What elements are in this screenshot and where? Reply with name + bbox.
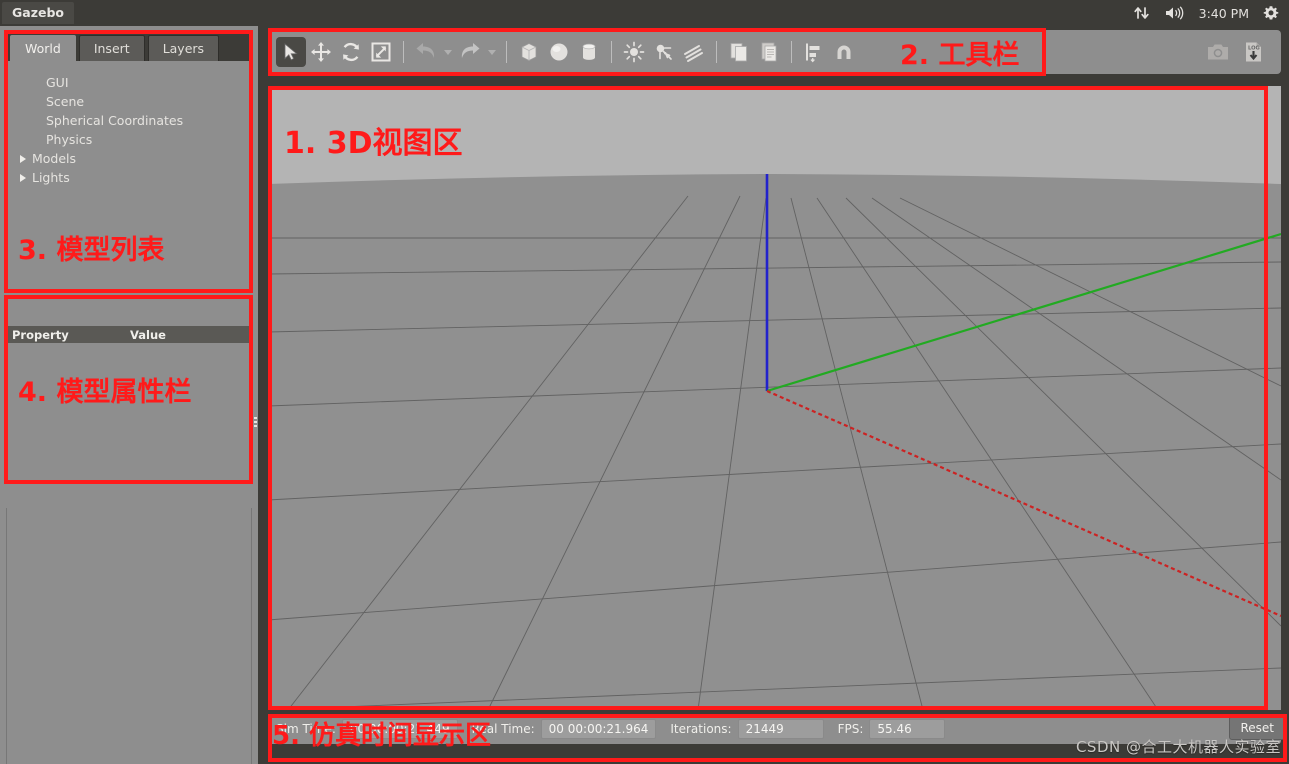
tree-item-physics[interactable]: Physics [6,130,252,149]
toolbar-separator [611,41,612,63]
iterations-label: Iterations: [670,722,732,736]
window-title: Gazebo [2,2,74,24]
watermark: CSDN @合工大机器人实验室 [1075,738,1281,756]
gear-icon[interactable] [1263,5,1279,21]
tree-expander-placeholder [18,135,28,145]
column-header-property: Property [12,327,69,342]
network-up-down-icon[interactable] [1133,6,1151,20]
3d-viewport[interactable] [268,86,1281,710]
real-time-label: Real Time: [471,722,535,736]
sim-time-value: 00 00:00:21.449 [341,719,458,739]
insert-directional-light-button[interactable] [679,37,709,67]
redo-history-dropdown[interactable] [485,39,499,65]
tree-item-label: Lights [32,170,70,185]
align-button[interactable] [799,37,829,67]
tree-expander-placeholder [18,116,28,126]
panel-tab-bar: World Insert Layers [6,34,252,61]
title-bar: Gazebo 3:40 PM [0,0,1289,26]
tree-item-gui[interactable]: GUI [6,73,252,92]
tree-expander-placeholder [18,78,28,88]
insert-cylinder-button[interactable] [574,37,604,67]
tab-insert[interactable]: Insert [78,35,145,61]
rotate-mode-button[interactable] [336,37,366,67]
svg-text:LOG: LOG [1248,46,1260,52]
translate-mode-button[interactable] [306,37,336,67]
fps-value: 55.46 [869,719,946,739]
insert-sphere-button[interactable] [544,37,574,67]
toolbar-separator [403,41,404,63]
tab-layers[interactable]: Layers [147,35,220,61]
left-panel: World Insert Layers GUI Scene Spherical … [0,26,258,764]
copy-button[interactable] [724,37,754,67]
tree-item-label: Spherical Coordinates [46,113,184,128]
tree-item-label: Models [32,151,77,166]
property-table-header: Property Value [6,326,252,343]
scale-mode-button[interactable] [366,37,396,67]
world-tree: GUI Scene Spherical Coordinates Physics … [6,61,252,318]
insert-box-button[interactable] [514,37,544,67]
insert-point-light-button[interactable] [619,37,649,67]
paste-button[interactable] [754,37,784,67]
toolbar-separator [716,41,717,63]
insert-spot-light-button[interactable] [649,37,679,67]
toolbar-right-group: LOG [1203,37,1273,67]
left-panel-empty-area [6,508,252,764]
column-header-value: Value [130,327,166,342]
panel-splitter-handle[interactable] [252,411,259,433]
chevron-right-icon[interactable] [18,154,28,164]
gazebo-window: Gazebo 3:40 PM World Insert Layers GUI S… [0,0,1289,764]
sim-time-label: Sim Time: [276,722,336,736]
toolbar-separator [506,41,507,63]
undo-button[interactable] [411,37,441,67]
tree-expander-placeholder [18,97,28,107]
viewport-scene [268,86,1281,710]
tree-item-label: Physics [46,132,93,147]
clock[interactable]: 3:40 PM [1199,6,1249,21]
tree-item-scene[interactable]: Scene [6,92,252,111]
select-mode-button[interactable] [276,37,306,67]
tree-item-label: Scene [46,94,85,109]
toolbar-separator [791,41,792,63]
log-record-button[interactable]: LOG [1239,37,1269,67]
property-table-body [6,343,252,506]
real-time-value: 00 00:00:21.964 [540,719,657,739]
volume-speaker-icon[interactable] [1165,6,1185,20]
tree-item-models[interactable]: Models [6,149,252,168]
tree-item-label: GUI [46,75,69,90]
iterations-value: 21449 [737,719,824,739]
system-tray: 3:40 PM [1133,5,1289,21]
screenshot-button[interactable] [1203,37,1233,67]
snap-button[interactable] [829,37,859,67]
tree-item-lights[interactable]: Lights [6,168,252,187]
tree-item-spherical-coordinates[interactable]: Spherical Coordinates [6,111,252,130]
redo-button[interactable] [455,37,485,67]
tab-world[interactable]: World [10,35,76,61]
chevron-right-icon[interactable] [18,173,28,183]
fps-label: FPS: [837,722,864,736]
main-toolbar: LOG [268,30,1281,74]
undo-history-dropdown[interactable] [441,39,455,65]
